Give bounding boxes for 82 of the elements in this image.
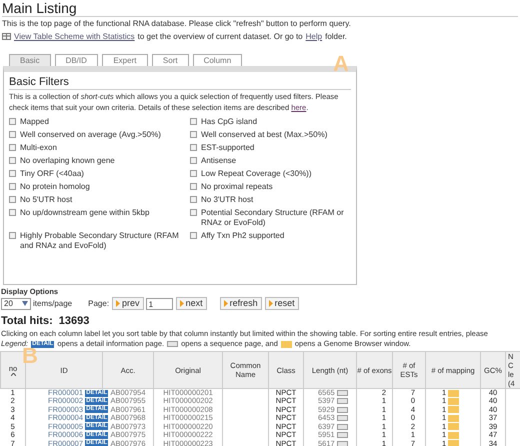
genome-browser-icon[interactable] bbox=[448, 390, 460, 397]
sequence-icon[interactable] bbox=[167, 341, 178, 347]
filter-option[interactable]: Mapped bbox=[9, 117, 190, 127]
sequence-icon[interactable] bbox=[336, 432, 348, 438]
prev-button[interactable]: prev bbox=[112, 297, 144, 310]
intro-text: to get the overview of current dataset. Or go to bbox=[138, 31, 303, 42]
intro-text: This is the top page of the functional RNA database. Please click "refresh" button to perform query. bbox=[2, 18, 352, 29]
total-hits-label: Total hits: bbox=[1, 315, 53, 327]
filter-option[interactable]: Affy Txn Ph2 supported bbox=[190, 231, 351, 251]
sequence-icon[interactable] bbox=[336, 406, 348, 413]
total-hits-value: 13693 bbox=[58, 315, 90, 327]
tab[interactable]: Column bbox=[192, 54, 242, 66]
genome-browser-icon[interactable] bbox=[448, 440, 460, 446]
intro-text: folder. bbox=[325, 31, 347, 42]
next-button[interactable]: next bbox=[176, 297, 207, 310]
arrow-icon bbox=[180, 300, 184, 307]
sort-caret-icon bbox=[10, 373, 16, 376]
filter-option[interactable]: No up/downstream gene within 5kbp bbox=[9, 208, 190, 228]
filter-option[interactable]: Highly Probable Secondary Structure (RFAM and RNAz and EvoFold) bbox=[9, 231, 190, 251]
tab[interactable]: Sort bbox=[152, 54, 189, 66]
filter-option[interactable]: No 5'UTR host bbox=[9, 195, 190, 205]
filter-option[interactable]: No overlaping known gene bbox=[9, 156, 190, 166]
checkbox[interactable] bbox=[9, 157, 16, 164]
filter-option[interactable]: Has CpG island bbox=[190, 117, 351, 127]
panel-label: A bbox=[333, 53, 349, 75]
arrow-icon bbox=[224, 300, 228, 307]
checkbox[interactable] bbox=[9, 196, 16, 203]
filter-option[interactable]: No 3'UTR host bbox=[190, 195, 351, 205]
page-label: Page: bbox=[88, 300, 110, 308]
checkbox[interactable] bbox=[190, 170, 197, 177]
sequence-icon[interactable] bbox=[336, 440, 348, 446]
table-icon bbox=[2, 33, 11, 40]
filter-option[interactable]: Potential Secondary Structure (RFAM or RNAz or EvoFold) bbox=[190, 208, 351, 228]
filter-option[interactable]: Well conserved at best (Max.>50%) bbox=[190, 130, 351, 140]
genome-browser-icon[interactable] bbox=[280, 340, 292, 348]
filter-option[interactable]: Low Repeat Coverage (<30%)) bbox=[190, 169, 351, 179]
checkbox[interactable] bbox=[9, 131, 16, 138]
checkbox[interactable] bbox=[190, 118, 197, 125]
sequence-icon[interactable] bbox=[336, 390, 348, 396]
checkbox[interactable] bbox=[190, 157, 197, 164]
checkbox[interactable] bbox=[190, 196, 197, 203]
filter-option[interactable]: Well conserved on average (Avg.>50%) bbox=[9, 130, 190, 140]
checkbox[interactable] bbox=[190, 232, 197, 239]
tab[interactable]: Expert bbox=[102, 54, 148, 66]
filter-option[interactable]: Multi-exon bbox=[9, 143, 190, 153]
items-per-page-select[interactable]: 20 bbox=[1, 298, 31, 310]
refresh-button[interactable]: refresh bbox=[220, 297, 262, 310]
reset-button[interactable]: reset bbox=[264, 297, 299, 310]
checkbox[interactable] bbox=[9, 118, 16, 125]
items-per-page-label: items/page bbox=[33, 300, 72, 308]
checkbox[interactable] bbox=[190, 209, 197, 216]
page-input[interactable]: 1 bbox=[146, 298, 173, 310]
tab[interactable]: Basic bbox=[9, 54, 51, 66]
checkbox[interactable] bbox=[190, 183, 197, 190]
page-title: Main Listing bbox=[2, 1, 518, 17]
sequence-icon[interactable] bbox=[336, 398, 348, 404]
genome-browser-icon[interactable] bbox=[448, 406, 460, 414]
filter-option[interactable]: Antisense bbox=[190, 156, 351, 166]
dropdown-icon bbox=[22, 301, 28, 306]
tab[interactable]: DB/ID bbox=[54, 54, 98, 66]
arrow-icon bbox=[268, 300, 273, 307]
genome-browser-icon[interactable] bbox=[448, 398, 460, 405]
checkbox[interactable] bbox=[190, 131, 197, 138]
checkbox[interactable] bbox=[190, 144, 197, 151]
checkbox[interactable] bbox=[9, 232, 16, 239]
filter-option[interactable]: Tiny ORF (<40aa) bbox=[9, 169, 190, 179]
sequence-icon[interactable] bbox=[336, 424, 348, 430]
checkbox[interactable] bbox=[9, 144, 16, 151]
arrow-icon bbox=[116, 300, 120, 307]
genome-browser-icon[interactable] bbox=[448, 414, 460, 422]
checkbox[interactable] bbox=[9, 209, 16, 216]
checkbox[interactable] bbox=[9, 183, 16, 190]
genome-browser-icon[interactable] bbox=[448, 423, 460, 430]
checkbox[interactable] bbox=[9, 170, 16, 177]
sequence-icon[interactable] bbox=[336, 415, 348, 422]
filter-option[interactable]: No protein homolog bbox=[9, 182, 190, 192]
filter-option[interactable]: No proximal repeats bbox=[190, 182, 351, 192]
panel-heading: Basic Filters bbox=[9, 75, 351, 90]
scheme-link[interactable]: View Table Scheme with Statistics bbox=[14, 31, 135, 42]
help-link[interactable]: Help bbox=[306, 31, 322, 42]
genome-browser-icon[interactable] bbox=[448, 432, 460, 439]
filter-option[interactable]: EST-supported bbox=[190, 143, 351, 153]
